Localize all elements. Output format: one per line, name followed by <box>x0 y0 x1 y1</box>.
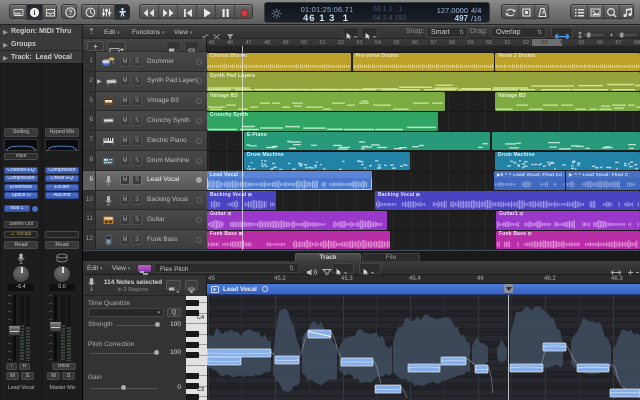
svg-text:?: ? <box>68 10 72 17</box>
svg-text:i: i <box>34 9 36 17</box>
